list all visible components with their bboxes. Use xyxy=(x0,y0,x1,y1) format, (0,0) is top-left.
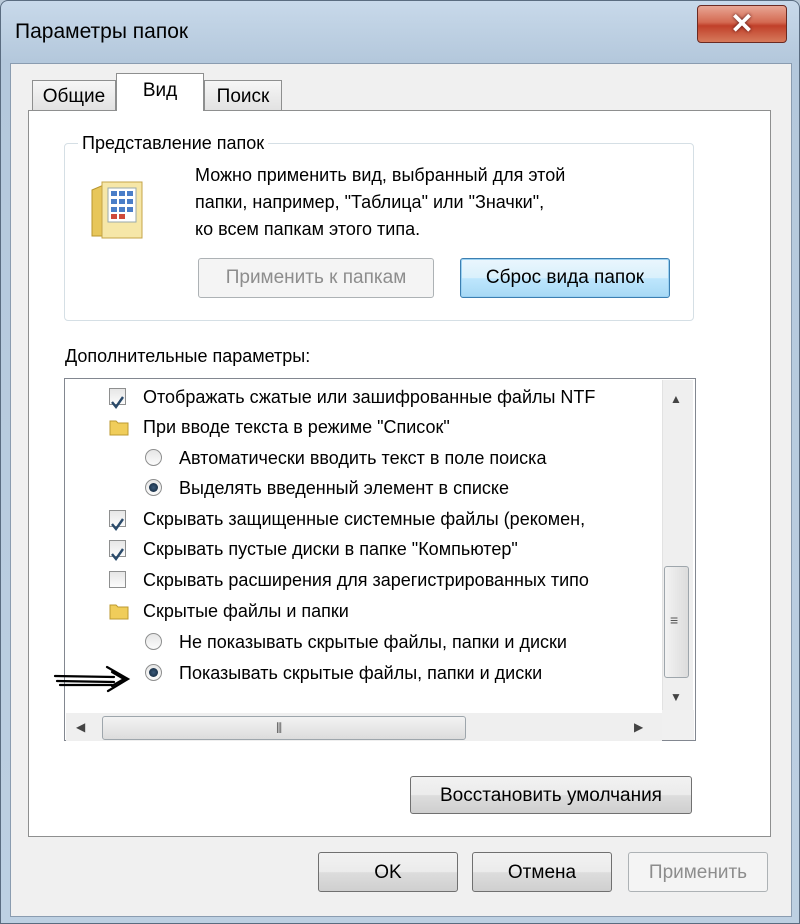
check-icon xyxy=(111,518,124,532)
list-item-label: Показывать скрытые файлы, папки и диски xyxy=(179,663,543,683)
radio-auto-type-search[interactable] xyxy=(145,449,162,466)
apply-to-folders-button[interactable]: Применить к папкам xyxy=(198,258,434,298)
list-item[interactable]: Не показывать скрытые файлы, папки и дис… xyxy=(145,627,665,657)
restore-defaults-button[interactable]: Восстановить умолчания xyxy=(410,776,692,814)
scroll-down-icon[interactable]: ▼ xyxy=(670,690,682,704)
list-item[interactable]: Скрывать расширения для зарегистрированн… xyxy=(109,565,669,595)
list-item-label: Выделять введенный элемент в списке xyxy=(179,478,509,498)
tab-search[interactable]: Поиск xyxy=(204,80,282,110)
scrollbar-corner xyxy=(662,710,694,740)
radio-show-hidden-files[interactable] xyxy=(145,664,162,681)
folder-view-icon xyxy=(91,181,143,239)
checkbox-hide-extensions[interactable] xyxy=(109,571,126,588)
check-icon xyxy=(111,396,124,410)
cancel-button[interactable]: Отмена xyxy=(472,852,612,892)
reset-folders-button[interactable]: Сброс вида папок xyxy=(460,258,670,298)
radio-hide-hidden-files[interactable] xyxy=(145,633,162,650)
folder-views-legend: Представление папок xyxy=(78,133,269,154)
list-item-label: Скрытые файлы и папки xyxy=(143,601,349,621)
radio-select-typed-item[interactable] xyxy=(145,479,162,496)
tab-view[interactable]: Вид xyxy=(116,73,204,111)
arrow-annotation-icon xyxy=(53,665,131,693)
ok-button[interactable]: OK xyxy=(318,852,458,892)
list-item[interactable]: Отображать сжатые или зашифрованные файл… xyxy=(109,382,669,412)
list-item-label: Скрывать защищенные системные файлы (рек… xyxy=(143,509,586,529)
close-button[interactable]: ✕ xyxy=(697,5,787,43)
horizontal-scroll-thumb[interactable] xyxy=(102,716,466,740)
title-bar[interactable]: Параметры папок ✕ xyxy=(1,1,799,63)
check-icon xyxy=(111,548,124,562)
grip-icon: ≡ xyxy=(670,612,679,628)
scroll-up-icon[interactable]: ▲ xyxy=(670,392,682,406)
folder-icon xyxy=(109,420,129,436)
list-item[interactable]: Показывать скрытые файлы, папки и диски xyxy=(145,658,665,688)
scroll-right-icon[interactable]: ▶ xyxy=(634,720,643,734)
tab-general[interactable]: Общие xyxy=(32,80,116,110)
list-item-label: Скрывать пустые диски в папке "Компьютер… xyxy=(143,539,518,559)
list-item-label: Автоматически вводить текст в поле поиск… xyxy=(179,448,547,468)
list-item[interactable]: Автоматически вводить текст в поле поиск… xyxy=(145,443,665,473)
checkbox-hide-empty-drives[interactable] xyxy=(109,540,126,562)
apply-button[interactable]: Применить xyxy=(628,852,768,892)
checkbox-show-compressed[interactable] xyxy=(109,388,126,410)
list-item-label: Скрывать расширения для зарегистрированн… xyxy=(143,570,589,590)
folder-views-description: Можно применить вид, выбранный для этой … xyxy=(195,165,566,239)
list-item: Скрытые файлы и папки xyxy=(109,596,669,626)
list-item[interactable]: Скрывать пустые диски в папке "Компьютер… xyxy=(109,534,669,564)
close-icon: ✕ xyxy=(730,8,754,39)
list-item-label: Не показывать скрытые файлы, папки и дис… xyxy=(179,632,567,652)
list-item[interactable]: Выделять введенный элемент в списке xyxy=(145,473,665,503)
scroll-left-icon[interactable]: ◀ xyxy=(76,720,85,734)
folder-icon xyxy=(109,604,129,620)
list-item[interactable]: Скрывать защищенные системные файлы (рек… xyxy=(109,504,669,534)
window-title: Параметры папок xyxy=(15,20,189,43)
list-item-label: Отображать сжатые или зашифрованные файл… xyxy=(143,387,596,407)
list-item-label: При вводе текста в режиме "Список" xyxy=(143,417,450,437)
grip-icon: ⦀ xyxy=(276,720,283,736)
advanced-settings-label: Дополнительные параметры: xyxy=(65,346,311,366)
advanced-settings-list[interactable]: Отображать сжатые или зашифрованные файл… xyxy=(64,378,696,741)
list-item: При вводе текста в режиме "Список" xyxy=(109,412,669,442)
checkbox-hide-protected-files[interactable] xyxy=(109,510,126,532)
